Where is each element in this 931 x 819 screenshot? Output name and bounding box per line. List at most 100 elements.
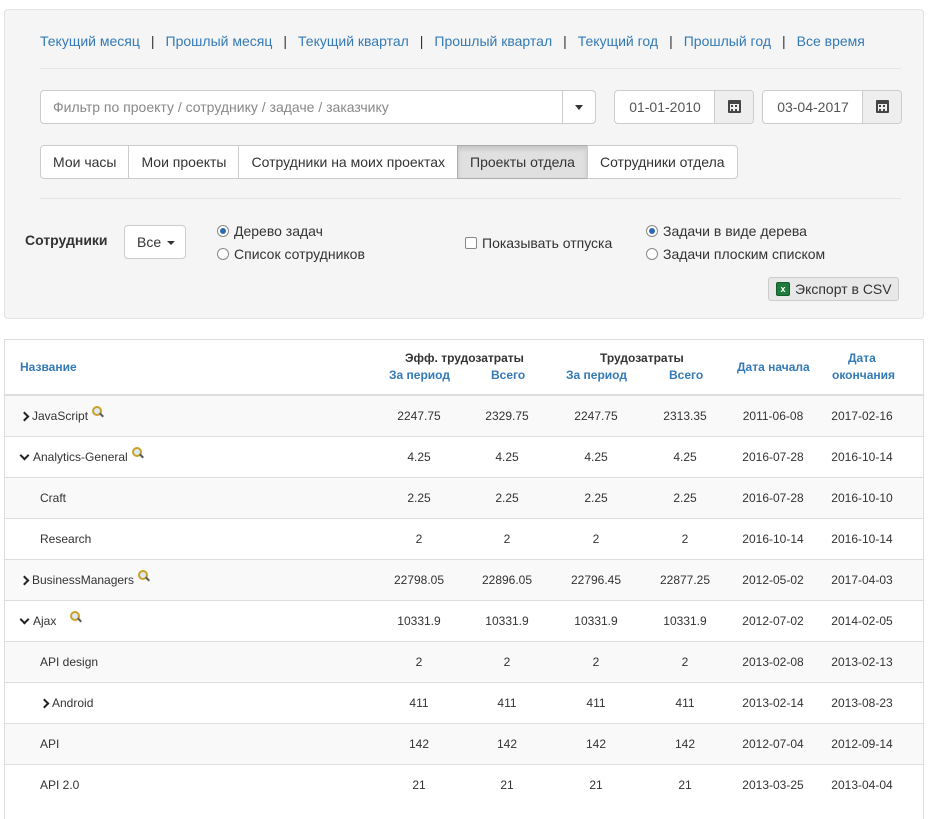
search-icon[interactable] (131, 447, 144, 459)
link-separator: | (563, 33, 567, 49)
search-icon[interactable] (138, 570, 150, 582)
table-row[interactable]: API design 2 2 2 2 2013-02-08 2013-02-13 (5, 641, 923, 682)
row-cell-labor-total: 2 (681, 655, 689, 669)
row-name: JavaScript (32, 409, 89, 423)
chevron-right-icon[interactable] (39, 698, 50, 708)
row-cell-eff-total: 2.25 (495, 491, 519, 505)
header-eff-period[interactable]: За период (389, 368, 450, 382)
view-tab[interactable]: Мои проекты (128, 145, 240, 179)
table-row[interactable]: Craft 2.25 2.25 2.25 2.25 2016-07-28 2016-10-1… (5, 477, 923, 518)
search-icon[interactable] (92, 406, 104, 418)
view-tab[interactable]: Проекты отдела (457, 145, 588, 179)
row-cell-eff-period: 2.25 (407, 491, 431, 505)
table-row[interactable]: Android 411 411 411 411 2013-02-14 2013-08-23 (5, 682, 923, 723)
row-name-cell: API (40, 724, 59, 764)
row-cell-end: 2016-10-10 (831, 491, 893, 505)
row-cell-end: 2013-04-04 (831, 778, 893, 792)
row-cell-labor-total: 411 (675, 696, 695, 710)
employees-dropdown[interactable]: Все (124, 225, 186, 259)
row-cell-start: 2016-07-28 (742, 491, 804, 505)
show-vacations-checkbox[interactable]: Показывать отпуска (465, 234, 612, 252)
table-row[interactable]: API 2.0 21 21 21 21 2013-03-25 2013-04-04 (5, 764, 923, 805)
row-name-cell: JavaScript (19, 396, 104, 436)
calendar-icon (876, 100, 889, 113)
export-csv-button[interactable]: x Экспорт в CSV (768, 277, 899, 301)
period-link[interactable]: Текущий квартал (298, 33, 409, 49)
table-row[interactable]: BusinessManagers 22798.05 22896.05 22796.45… (5, 559, 923, 600)
radio-button[interactable] (217, 248, 229, 260)
row-cell-end: 2014-02-05 (831, 614, 893, 628)
search-icon[interactable] (70, 611, 82, 623)
row-cell-start: 2016-10-14 (742, 532, 804, 546)
chevron-down-icon[interactable] (19, 614, 30, 624)
header-name[interactable]: Название (20, 360, 77, 374)
date-from-input[interactable] (615, 91, 715, 123)
chevron-right-icon[interactable] (19, 411, 30, 421)
checkbox[interactable] (465, 237, 477, 249)
header-eff-total[interactable]: Всего (491, 368, 525, 382)
row-cell-eff-period: 2247.75 (397, 409, 441, 423)
row-cell-start: 2013-02-14 (742, 696, 804, 710)
table-row[interactable]: JavaScript 2247.75 2329.75 2247.75 2313.35 20… (5, 395, 923, 436)
header-labor-period[interactable]: За период (566, 368, 627, 382)
date-from-calendar-button[interactable] (714, 91, 753, 123)
view-tab[interactable]: Мои часы (40, 145, 130, 179)
row-name: Analytics-General (33, 450, 128, 464)
row-cell-eff-total: 21 (500, 778, 514, 792)
link-separator: | (782, 33, 786, 49)
period-link[interactable]: Текущий год (578, 33, 658, 49)
filter-input[interactable] (41, 91, 561, 123)
period-link[interactable]: Текущий месяц (40, 33, 140, 49)
table-row[interactable]: Analytics-General 4.25 4.25 4.25 4.25 2016-07… (5, 436, 923, 477)
row-cell-labor-period: 2 (592, 655, 600, 669)
radio-button[interactable] (646, 225, 658, 237)
row-cell-labor-total: 2313.35 (663, 409, 707, 423)
view-tab[interactable]: Сотрудники отдела (586, 145, 738, 179)
row-name: Research (40, 532, 92, 546)
filter-dropdown-button[interactable] (562, 91, 595, 123)
table-row[interactable]: Research 2 2 2 2 2016-10-14 2016-10-14 (5, 518, 923, 559)
row-name-cell: Android (39, 683, 93, 723)
radio-button[interactable] (646, 248, 658, 260)
header-end-date-line2[interactable]: окончания (832, 368, 895, 382)
row-name: Ajax (33, 614, 57, 628)
date-to-calendar-button[interactable] (862, 91, 901, 123)
header-labor-total[interactable]: Всего (669, 368, 703, 382)
radio-tasks-flat[interactable]: Задачи плоским списком (646, 245, 825, 263)
row-cell-start: 2012-07-04 (742, 737, 804, 751)
row-name-cell: Craft (40, 478, 66, 518)
chevron-down-icon[interactable] (19, 450, 30, 460)
view-tab[interactable]: Сотрудники на моих проектах (238, 145, 458, 179)
row-cell-labor-period: 4.25 (584, 450, 608, 464)
date-to-input[interactable] (763, 91, 863, 123)
period-link[interactable]: Прошлый месяц (166, 33, 273, 49)
chevron-right-icon[interactable] (19, 575, 30, 585)
radio-tasks-tree[interactable]: Задачи в виде дерева (646, 222, 807, 240)
header-labor-group: Трудозатраты (600, 351, 684, 365)
row-cell-start: 2016-07-28 (742, 450, 804, 464)
row-cell-labor-period: 2.25 (584, 491, 608, 505)
radio-task-tree[interactable]: Дерево задач (217, 222, 323, 240)
row-cell-eff-total: 4.25 (495, 450, 519, 464)
row-cell-labor-total: 22877.25 (659, 573, 711, 587)
row-cell-end: 2012-09-14 (831, 737, 893, 751)
period-link[interactable]: Прошлый год (684, 33, 771, 49)
radio-label: Задачи плоским списком (663, 246, 826, 262)
radio-label: Задачи в виде дерева (663, 223, 807, 239)
header-start-date[interactable]: Дата начала (737, 360, 810, 374)
row-cell-end: 2016-10-14 (831, 450, 893, 464)
row-cell-labor-period: 21 (589, 778, 603, 792)
header-end-date-line1[interactable]: Дата (848, 351, 876, 365)
radio-button[interactable] (217, 225, 229, 237)
period-link[interactable]: Все время (797, 33, 865, 49)
row-cell-start: 2012-07-02 (742, 614, 804, 628)
row-cell-labor-total: 2.25 (673, 491, 697, 505)
row-cell-labor-total: 142 (674, 737, 696, 751)
table-row[interactable]: Ajax 10331.9 10331.9 10331.9 10331.9 2012-07-… (5, 600, 923, 641)
row-cell-labor-total: 2 (681, 532, 689, 546)
row-cell-labor-period: 411 (586, 696, 606, 710)
filter-combobox[interactable] (40, 90, 596, 124)
radio-employee-list[interactable]: Список сотрудников (217, 245, 365, 263)
period-link[interactable]: Прошлый квартал (434, 33, 552, 49)
table-row[interactable]: API 142 142 142 142 2012-07-04 2012-09-14 (5, 723, 923, 764)
